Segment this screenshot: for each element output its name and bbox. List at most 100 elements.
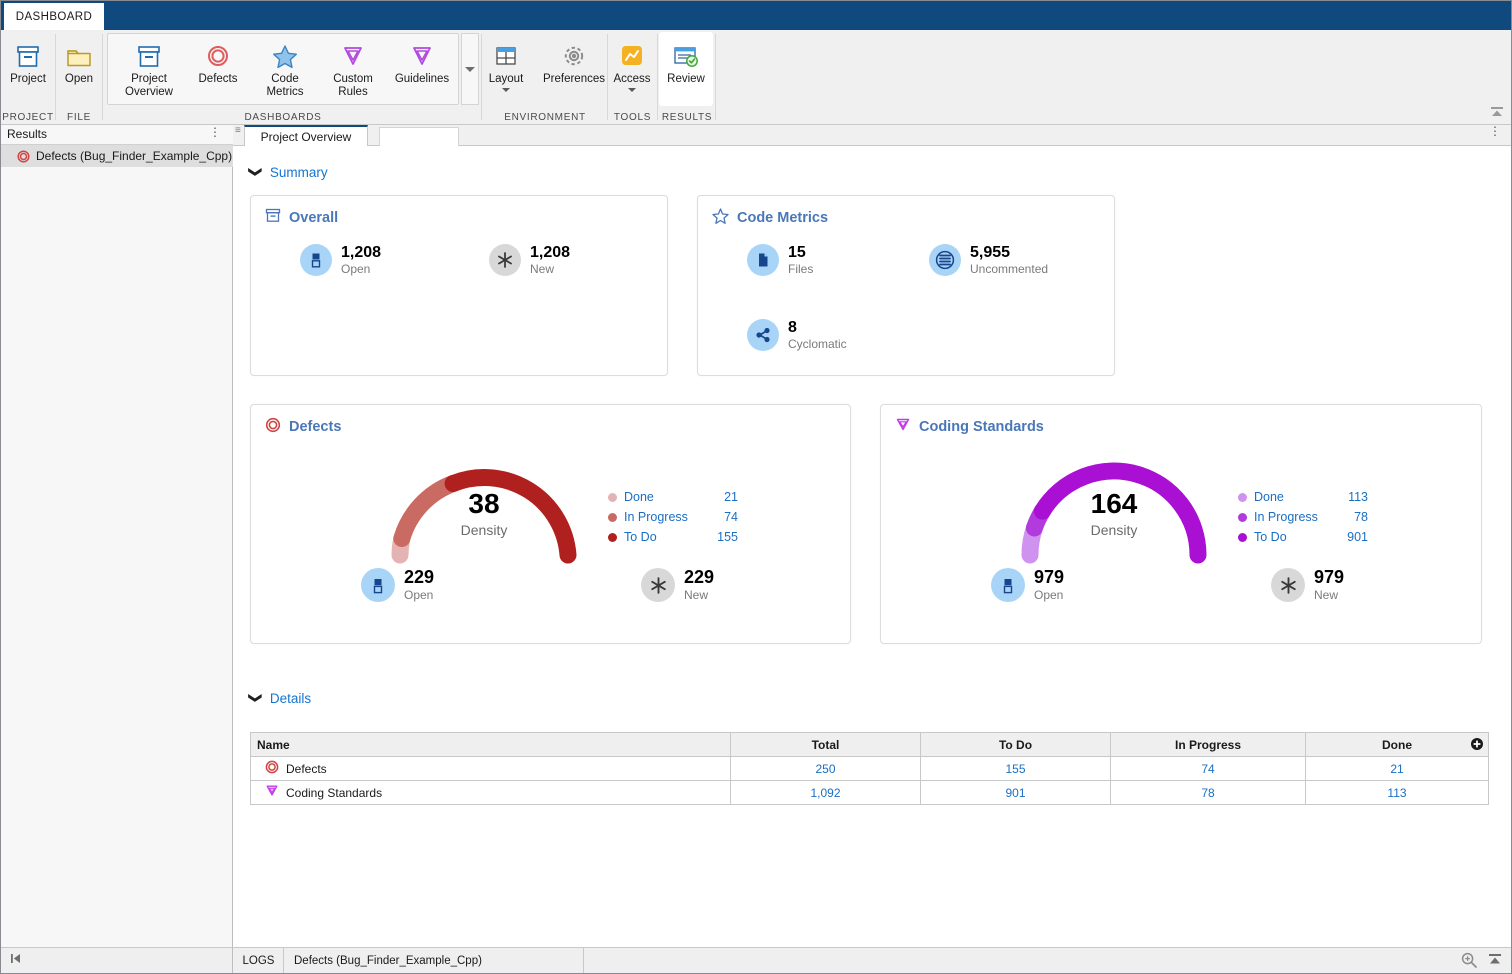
jump-to-start-icon[interactable] [9,952,22,970]
application-window: DASHBOARD Project PROJECT Open FILE [0,0,1512,974]
ribbon-dashboards-overflow-button[interactable] [461,33,479,105]
ribbon-group-tools: Access TOOLS [609,30,656,125]
legend-value-done: 21 [702,490,738,504]
asterisk-icon [489,244,521,276]
tab-placeholder [379,127,459,146]
stat-coding-standards-new-value: 979 [1314,568,1344,587]
ribbon-group-project: Project PROJECT [1,30,55,125]
file-icon [747,244,779,276]
table-row[interactable]: Coding Standards 1,092 901 78 113 [251,781,1488,805]
ribbon-button-open[interactable]: Open [51,34,107,86]
ribbon-button-review-label: Review [667,73,705,86]
gauge-coding-standards-value: 164 [1004,489,1224,519]
ribbon-button-layout[interactable]: Layout [478,34,534,92]
card-code-metrics-title: Code Metrics [712,208,828,228]
results-list-item-label: Defects (Bug_Finder_Example_Cpp) [36,149,232,163]
results-panel-title: Results [7,127,47,141]
folder-icon [65,34,93,70]
card-code-metrics: Code Metrics 15 Files 5,955 Uncommented [697,195,1115,376]
section-header-summary[interactable]: ❯ Summary [250,164,328,180]
ribbon-button-guidelines[interactable]: Guidelines [388,34,456,86]
ribbon-button-access[interactable]: Access [605,34,659,92]
cell-done[interactable]: 21 [1306,757,1488,780]
card-overall-title-label: Overall [289,210,338,226]
cell-in-progress[interactable]: 74 [1111,757,1306,780]
cell-to-do[interactable]: 901 [921,781,1111,804]
title-bar: DASHBOARD [1,1,1511,30]
section-header-details[interactable]: ❯ Details [250,690,311,706]
ribbon-button-review[interactable]: Review [658,34,714,86]
stat-defects-new: 229 New [641,568,714,602]
kebab-menu-icon[interactable]: ⋮ [209,128,221,136]
chevron-down-icon [465,67,475,72]
column-header-to-do[interactable]: To Do [921,733,1111,756]
column-header-total[interactable]: Total [731,733,921,756]
ribbon-button-project[interactable]: Project [0,34,56,86]
kebab-menu-icon[interactable]: ⋮ [1489,127,1501,135]
cell-to-do[interactable]: 155 [921,757,1111,780]
legend-item-done: Done 113 [1238,487,1368,507]
cell-done[interactable]: 113 [1306,781,1488,804]
legend-swatch-in-progress [1238,513,1247,522]
legend-value-to-do: 155 [702,530,738,544]
status-bar-right [1461,952,1503,973]
gear-icon [560,34,588,70]
results-list-item-defects[interactable]: Defects (Bug_Finder_Example_Cpp) [1,145,233,167]
open-findings-icon [991,568,1025,602]
gauge-coding-standards-caption: Density [1004,521,1224,539]
chart-line-icon [618,34,646,70]
table-row[interactable]: Defects 250 155 74 21 [251,757,1488,781]
ribbon-button-project-overview[interactable]: Project Overview [117,34,181,99]
stat-overall-open-value: 1,208 [341,244,381,261]
chevron-down-icon: ❯ [247,693,263,704]
ribbon-tab-dashboard[interactable]: DASHBOARD [4,3,104,30]
status-bar-logs-button[interactable]: LOGS [234,948,284,973]
stat-files-caption: Files [788,262,813,276]
review-check-icon [672,34,700,70]
tab-project-overview[interactable]: Project Overview [244,125,368,146]
card-coding-standards-title-label: Coding Standards [919,419,1044,435]
card-defects-title-label: Defects [289,419,341,435]
panel-grip-icon[interactable]: ≡ [235,129,241,133]
column-header-in-progress[interactable]: In Progress [1111,733,1306,756]
ribbon-divider [102,34,103,120]
cell-total[interactable]: 250 [731,757,921,780]
legend-item-in-progress: In Progress 78 [1238,507,1368,527]
ribbon-toolbar: Project PROJECT Open FILE Project Ov [1,30,1511,125]
collapse-ribbon-icon[interactable] [1489,106,1505,120]
open-findings-icon [300,244,332,276]
ribbon-button-code-metrics[interactable]: Code Metrics [253,34,317,99]
ribbon-button-preferences-label: Preferences [543,73,605,86]
star-icon [712,208,729,228]
zoom-in-icon[interactable] [1461,952,1477,973]
card-code-metrics-title-label: Code Metrics [737,210,828,226]
gauge-defects-value: 38 [374,489,594,519]
ribbon-group-dashboards: Project Overview Defects Code Metrics Cu… [105,30,478,125]
stat-defects-open: 229 Open [361,568,434,602]
status-bar: LOGS Defects (Bug_Finder_Example_Cpp) [1,947,1511,973]
collapse-panel-icon[interactable] [1487,953,1503,972]
section-header-details-label: Details [270,691,311,706]
status-bar-current-result[interactable]: Defects (Bug_Finder_Example_Cpp) [284,948,584,973]
purple-funnel-icon [265,784,279,801]
ribbon-button-custom-rules[interactable]: Custom Rules [322,34,384,99]
cell-in-progress[interactable]: 78 [1111,781,1306,804]
column-header-done[interactable]: Done [1306,733,1488,756]
add-column-icon[interactable] [1471,738,1483,753]
cell-total[interactable]: 1,092 [731,781,921,804]
card-defects: Defects 38 Density [250,404,851,644]
share-nodes-icon [747,319,779,351]
legend-item-in-progress: In Progress 74 [608,507,738,527]
stat-coding-standards-open-value: 979 [1034,568,1064,587]
legend-swatch-to-do [1238,533,1247,542]
ribbon-button-preferences[interactable]: Preferences [535,34,613,86]
legend-label-in-progress: In Progress [624,510,702,524]
legend-label-to-do: To Do [1254,530,1332,544]
ribbon-button-defects[interactable]: Defects [187,34,249,86]
asterisk-icon [1271,568,1305,602]
legend-value-done: 113 [1332,490,1368,504]
open-findings-icon [361,568,395,602]
column-header-name[interactable]: Name [251,733,731,756]
ribbon-group-environment: Layout Preferences ENVIRONMENT [483,30,607,125]
results-panel-header: Results ⋮ [1,125,233,145]
